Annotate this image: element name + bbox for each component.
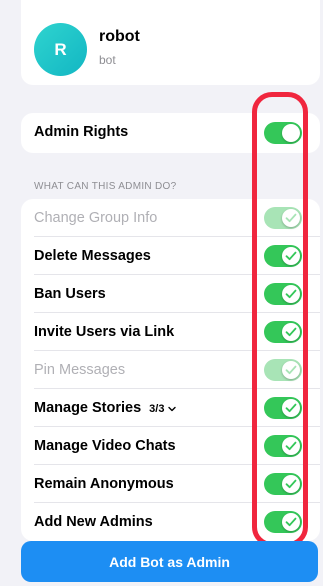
permission-label: Manage Stories 3/3: [34, 400, 176, 416]
bot-subtitle: bot: [99, 53, 116, 67]
admin-rights-label: Admin Rights: [34, 124, 129, 140]
permission-label: Ban Users: [34, 286, 106, 302]
permission-label: Change Group Info: [34, 210, 158, 226]
toggles-highlight-outline: [252, 92, 308, 547]
add-bot-as-admin-label: Add Bot as Admin: [109, 553, 230, 570]
permission-label: Delete Messages: [34, 248, 151, 264]
bot-name: robot: [99, 28, 140, 45]
stories-count: 3/3: [149, 403, 165, 415]
permission-label: Pin Messages: [34, 362, 126, 378]
permission-label: Manage Video Chats: [34, 438, 176, 454]
chevron-down-icon: [167, 406, 176, 412]
permission-label: Invite Users via Link: [34, 324, 175, 340]
permissions-section-header: WHAT CAN THIS ADMIN DO?: [34, 181, 177, 192]
add-bot-as-admin-button[interactable]: Add Bot as Admin: [21, 541, 318, 582]
permission-label: Add New Admins: [34, 514, 153, 530]
bot-profile-card: R robot bot: [21, 0, 320, 85]
stories-count-dropdown[interactable]: 3/3: [149, 403, 176, 415]
bot-avatar: R: [34, 23, 87, 76]
permission-label-text: Manage Stories: [34, 400, 142, 416]
permission-label: Remain Anonymous: [34, 476, 174, 492]
